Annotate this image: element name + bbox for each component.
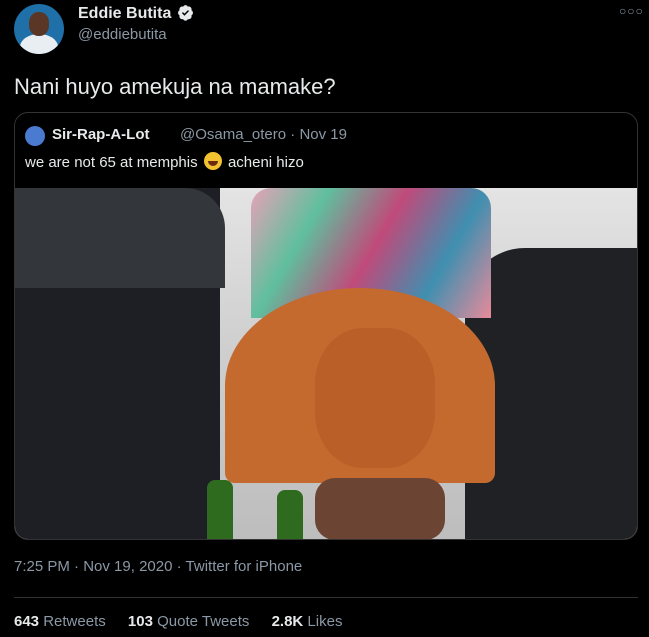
- likes-label: Likes: [307, 613, 343, 630]
- tweet-stats: 643 Retweets 103 Quote Tweets 2.8K Likes: [14, 613, 360, 630]
- quoted-text-part-1: we are not 65 at memphis: [25, 154, 198, 171]
- quoted-author-avatar: [25, 126, 45, 146]
- author-handle[interactable]: @eddiebutita: [78, 26, 167, 43]
- retweets-label: Retweets: [43, 613, 106, 630]
- quoted-tweet[interactable]: Sir-Rap-A-Lot @Osama_otero · Nov 19 we a…: [14, 112, 638, 540]
- photo-bottle: [277, 490, 303, 539]
- quoted-author-name: Sir-Rap-A-Lot: [52, 126, 150, 143]
- tweet-time[interactable]: 7:25 PM: [14, 558, 70, 575]
- likes-stat[interactable]: 2.8K Likes: [272, 613, 343, 630]
- retweets-stat[interactable]: 643 Retweets: [14, 613, 106, 630]
- quoted-text-part-2: acheni hizo: [227, 154, 304, 171]
- likes-count: 2.8K: [271, 613, 304, 630]
- quoted-author-handle: @Osama_otero: [180, 126, 287, 143]
- photo-legs: [315, 478, 445, 539]
- tweet-date[interactable]: Nov 19, 2020: [83, 558, 172, 575]
- tweet-source[interactable]: Twitter for iPhone: [186, 558, 303, 575]
- divider: [14, 597, 638, 598]
- more-options-icon[interactable]: ○○○: [619, 4, 644, 18]
- avatar-face: [29, 12, 49, 36]
- quoted-tweet-date: Nov 19: [299, 126, 347, 143]
- avatar-shirt: [20, 34, 58, 54]
- quoted-author-handle-date: @Osama_otero · Nov 19: [180, 126, 347, 143]
- quote-tweets-stat[interactable]: 103 Quote Tweets: [128, 613, 249, 630]
- author-name[interactable]: Eddie Butita: [78, 4, 194, 23]
- tweet-metadata: 7:25 PM · Nov 19, 2020 · Twitter for iPh…: [14, 558, 302, 575]
- retweets-count: 643: [14, 613, 40, 630]
- quoted-tweet-photo[interactable]: [15, 188, 637, 539]
- tweet-text: Nani huyo amekuja na mamake?: [14, 74, 336, 99]
- dot-separator: ·: [290, 126, 296, 143]
- photo-person-left-shirt: [15, 188, 225, 288]
- dot-separator: ·: [74, 558, 80, 575]
- author-avatar[interactable]: [14, 4, 64, 54]
- laugh-cry-emoji-icon: [203, 152, 222, 170]
- photo-bottle: [207, 480, 233, 539]
- photo-person-left: [15, 188, 225, 539]
- quoted-tweet-text: we are not 65 at memphis acheni hizo: [25, 152, 304, 171]
- author-name-text[interactable]: Eddie Butita: [78, 5, 171, 22]
- quote-tweets-count: 103: [127, 613, 153, 630]
- quote-tweets-label: Quote Tweets: [157, 613, 250, 630]
- photo-skirt-fold: [315, 328, 435, 468]
- dot-separator: ·: [176, 558, 182, 575]
- verified-badge-icon: [178, 5, 194, 21]
